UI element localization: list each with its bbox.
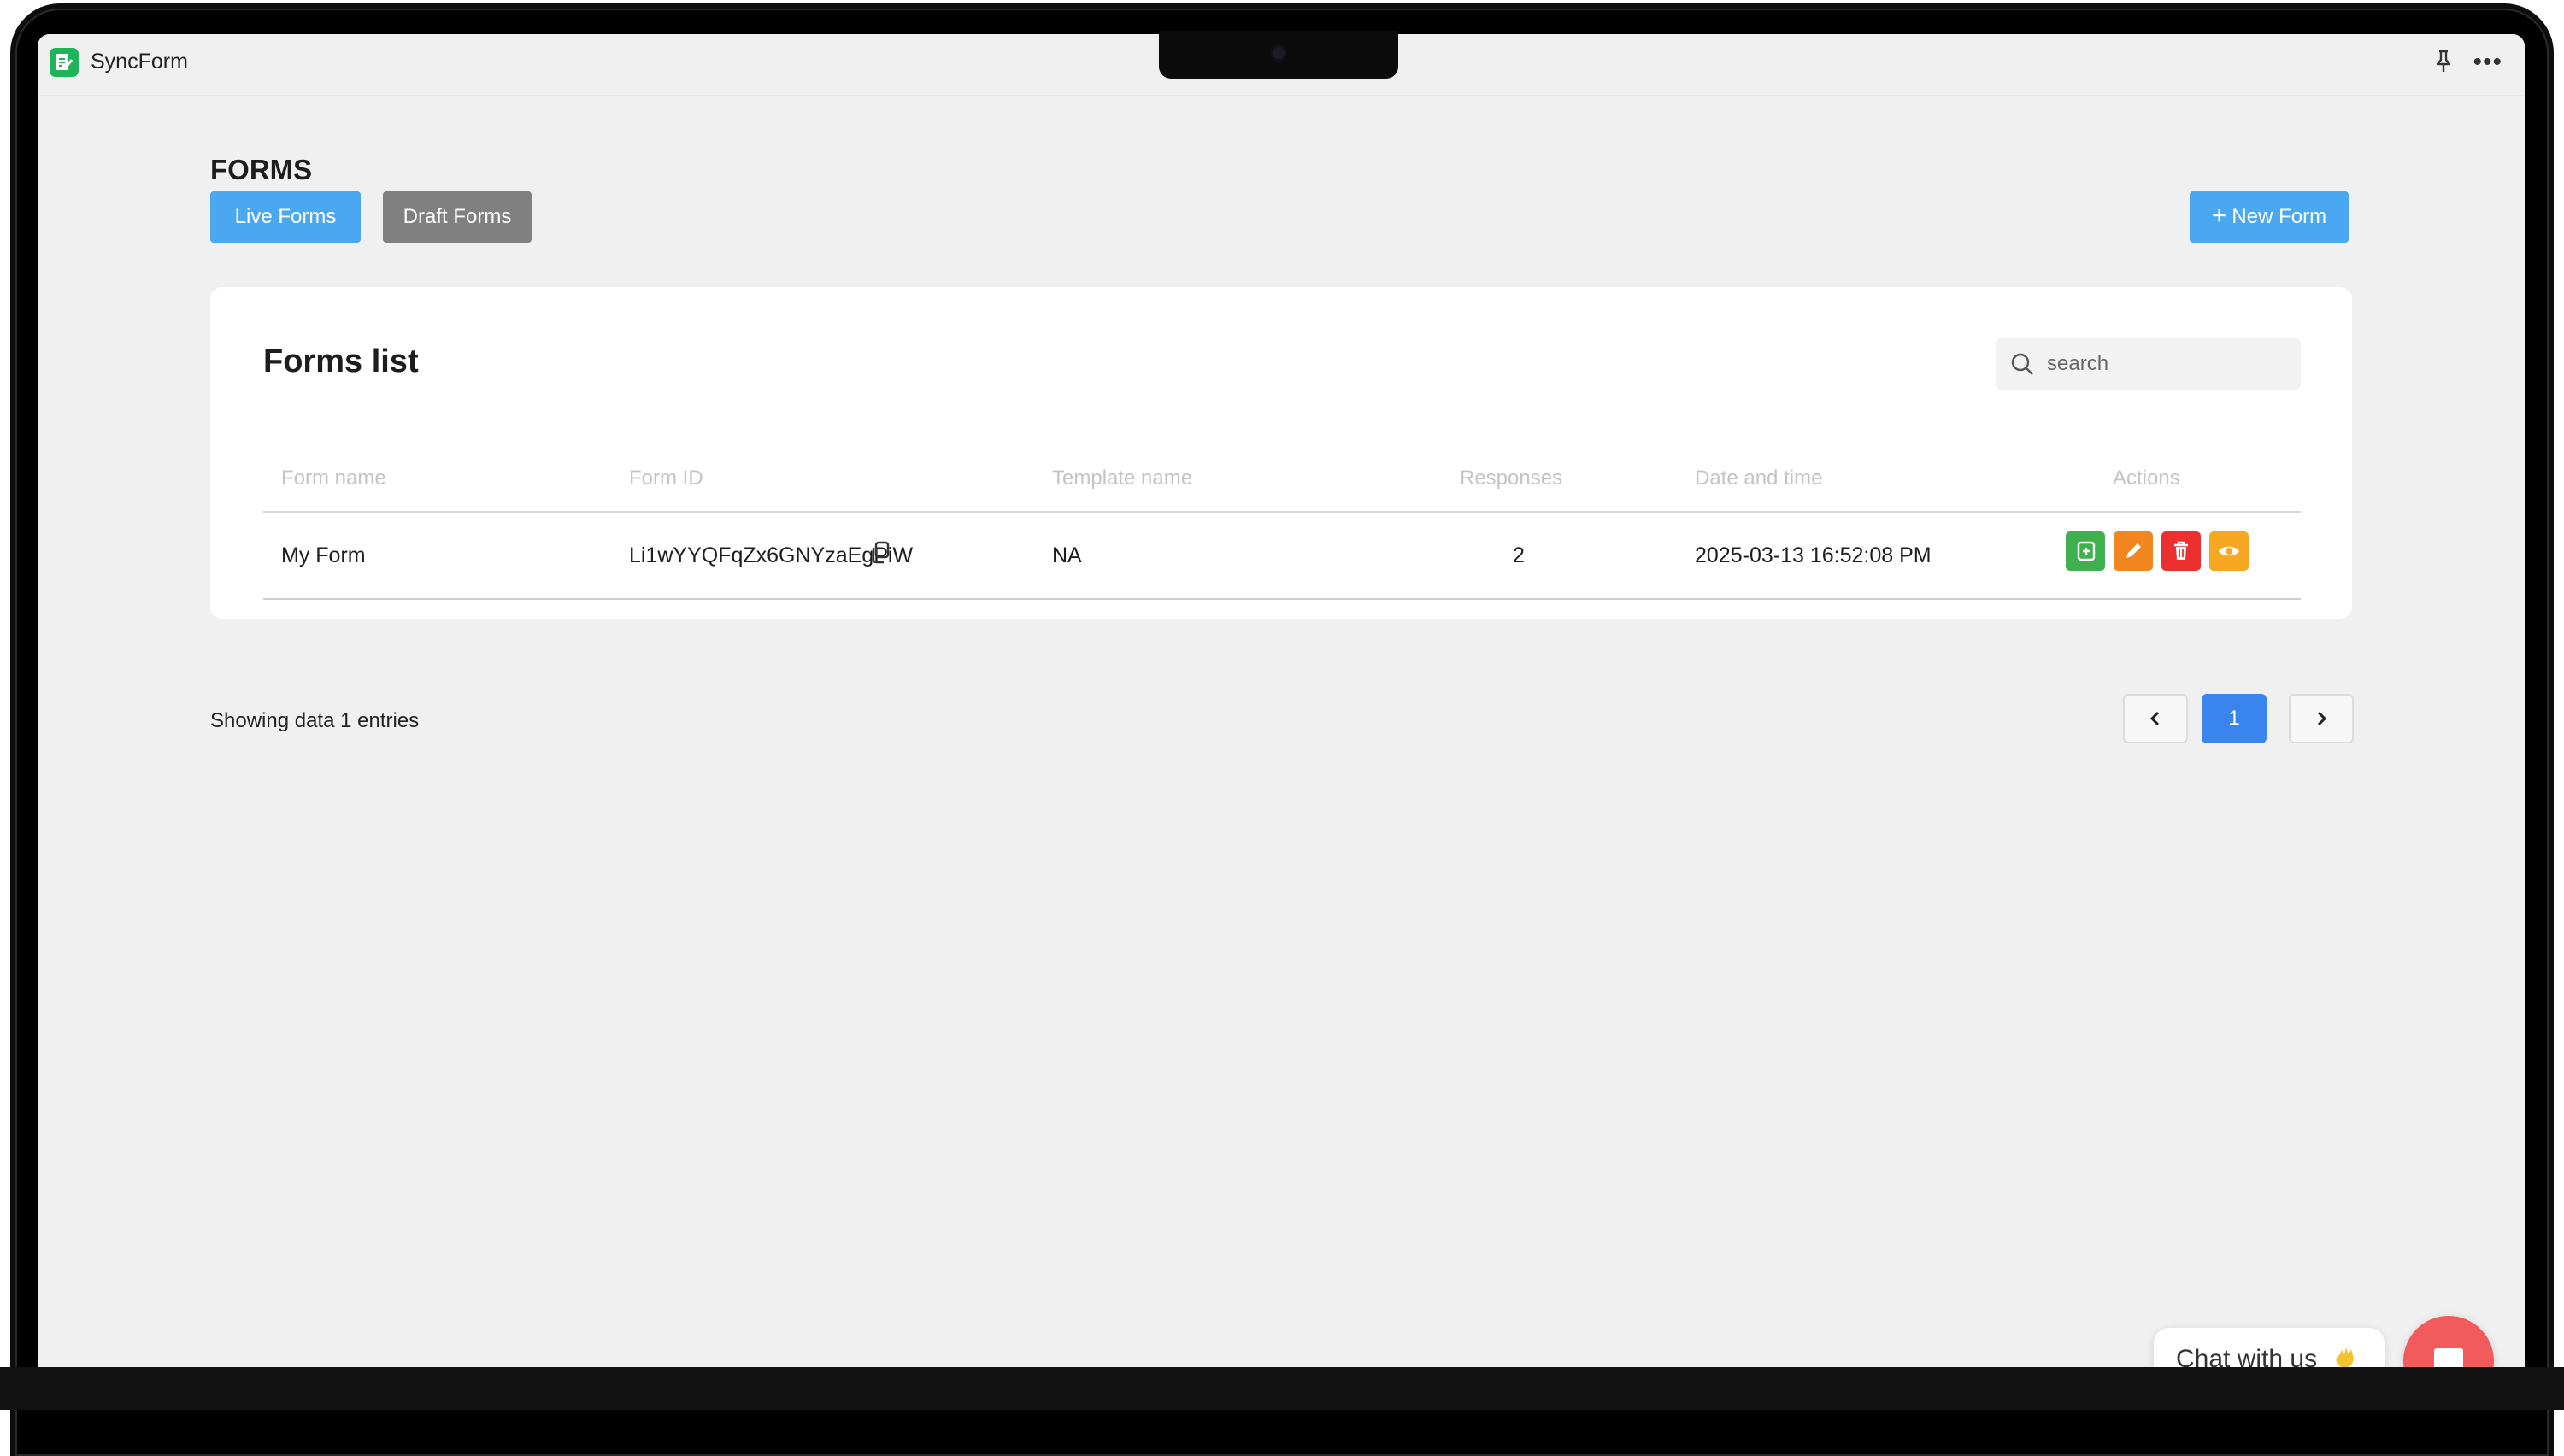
chat-launcher-button[interactable] — [2403, 1316, 2494, 1367]
cell-date-time: 2025-03-13 16:52:08 PM — [1695, 543, 1932, 567]
chat-with-us-bubble[interactable]: Chat with us — [2154, 1328, 2385, 1367]
duplicate-button[interactable] — [2066, 531, 2105, 571]
app-logo-icon — [50, 48, 79, 77]
search-icon — [2011, 353, 2033, 375]
entries-count: Showing data 1 entries — [210, 709, 420, 732]
app-name: SyncForm — [91, 50, 188, 73]
column-header-responses: Responses — [1460, 467, 1563, 490]
new-form-label: New Form — [2232, 205, 2327, 228]
draft-forms-button[interactable]: Draft Forms — [383, 191, 532, 243]
next-page-button[interactable] — [2289, 694, 2354, 743]
delete-icon — [2174, 541, 2188, 560]
page-1-button[interactable]: 1 — [2202, 694, 2267, 743]
waving-hand-icon — [2336, 1347, 2354, 1367]
new-form-button[interactable]: + New Form — [2190, 191, 2349, 243]
cell-form-name: My Form — [281, 543, 366, 567]
forms-list-card: Forms list Form name Form ID Template na… — [210, 287, 2352, 619]
column-header-template-name: Template name — [1052, 467, 1193, 490]
previous-page-button[interactable] — [2123, 694, 2188, 743]
row-divider — [263, 598, 2301, 600]
column-header-form-id: Form ID — [629, 467, 703, 490]
page-title: FORMS — [210, 154, 313, 185]
pin-icon[interactable] — [2432, 49, 2455, 79]
edit-icon — [2126, 543, 2141, 558]
app-window: SyncForm ••• FORMS Live Forms Draft Form… — [38, 34, 2525, 1367]
chevron-right-icon — [2317, 711, 2327, 726]
chat-icon — [2434, 1348, 2463, 1367]
device-bottom-bezel — [0, 1367, 2564, 1410]
cell-responses: 2 — [1513, 543, 1525, 567]
camera-notch — [1159, 31, 1398, 79]
cell-template-name: NA — [1052, 543, 1082, 567]
view-button[interactable] — [2209, 531, 2249, 571]
live-forms-button[interactable]: Live Forms — [210, 191, 361, 243]
more-options-icon[interactable]: ••• — [2473, 50, 2502, 75]
column-header-actions: Actions — [2113, 467, 2180, 490]
chevron-left-icon — [2149, 711, 2160, 726]
header-divider — [263, 511, 2301, 513]
copy-icon[interactable] — [868, 540, 892, 566]
column-header-form-name: Form name — [281, 467, 386, 490]
edit-button[interactable] — [2114, 531, 2153, 571]
chat-label: Chat with us — [2176, 1345, 2318, 1367]
delete-button[interactable] — [2161, 531, 2201, 571]
card-title: Forms list — [263, 343, 419, 379]
search-box[interactable] — [1996, 338, 2301, 390]
view-icon — [2219, 546, 2239, 556]
camera-icon — [1270, 44, 1287, 62]
duplicate-icon — [2077, 541, 2096, 561]
column-header-date-time: Date and time — [1695, 467, 1823, 490]
search-input[interactable] — [2045, 338, 2293, 390]
plus-icon: + — [2211, 201, 2227, 230]
